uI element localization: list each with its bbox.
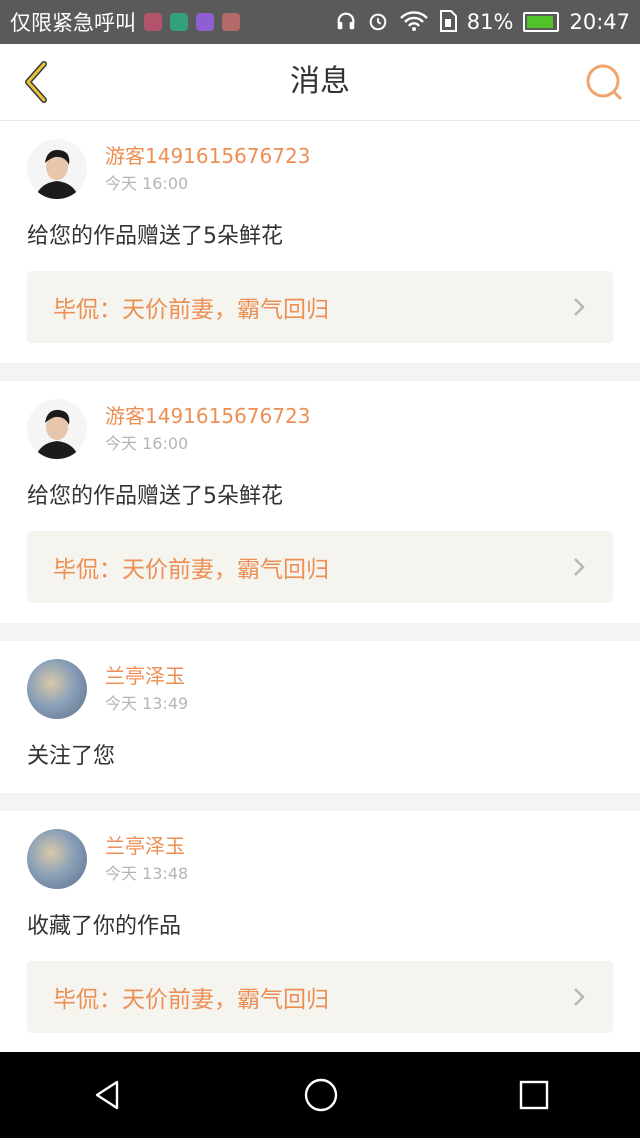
battery-percent: 81%	[466, 10, 514, 34]
nav-recents-button[interactable]	[518, 1079, 550, 1111]
message-text: 关注了您	[27, 744, 116, 769]
message-card: 游客1491615676723 今天 16:00 给您的作品赠送了5朵鲜花 毕侃…	[0, 121, 640, 363]
alarm-icon	[367, 10, 389, 35]
wifi-icon	[399, 10, 429, 35]
nav-home-button[interactable]	[303, 1077, 339, 1113]
notification-app-icon	[170, 13, 188, 31]
notification-app-icon	[222, 13, 240, 31]
work-title: 毕侃：天价前妻，霸气回归	[53, 557, 329, 583]
chevron-right-icon	[574, 988, 585, 1006]
avatar[interactable]	[27, 659, 87, 719]
nav-back-button[interactable]	[90, 1078, 124, 1112]
headphones-icon	[335, 10, 357, 35]
search-icon	[586, 64, 622, 100]
top-bar: 消息	[0, 44, 640, 121]
timestamp: 今天 16:00	[105, 434, 189, 453]
avatar[interactable]	[27, 399, 87, 459]
message-card: 兰亭泽玉 今天 13:49 关注了您	[0, 641, 640, 793]
battery-icon	[523, 12, 560, 32]
clock: 20:47	[569, 10, 630, 34]
avatar[interactable]	[27, 139, 87, 199]
message-text: 收藏了你的作品	[27, 914, 182, 939]
timestamp: 今天 13:48	[105, 864, 189, 883]
page-title: 消息	[290, 64, 350, 99]
message-text: 给您的作品赠送了5朵鲜花	[27, 484, 283, 509]
sim-icon	[439, 9, 457, 35]
username[interactable]: 兰亭泽玉	[105, 662, 188, 690]
carrier-text: 仅限紧急呼叫	[10, 11, 136, 35]
circle-home-icon	[304, 1078, 338, 1112]
work-title: 毕侃：天价前妻，霸气回归	[53, 987, 329, 1013]
notification-app-icon	[144, 13, 162, 31]
timestamp: 今天 13:49	[105, 694, 189, 713]
avatar[interactable]	[27, 829, 87, 889]
square-recents-icon	[520, 1080, 549, 1110]
work-link[interactable]: 毕侃：天价前妻，霸气回归	[27, 271, 613, 343]
message-list: 游客1491615676723 今天 16:00 给您的作品赠送了5朵鲜花 毕侃…	[0, 121, 640, 1053]
search-button[interactable]	[582, 60, 626, 104]
timestamp: 今天 16:00	[105, 174, 189, 193]
work-title: 毕侃：天价前妻，霸气回归	[53, 297, 329, 323]
message-text: 给您的作品赠送了5朵鲜花	[27, 224, 283, 249]
message-card: 游客1491615676723 今天 16:00 给您的作品赠送了5朵鲜花 毕侃…	[0, 381, 640, 623]
username[interactable]: 游客1491615676723	[105, 402, 310, 430]
status-bar: 仅限紧急呼叫 81% 20:47	[0, 0, 640, 44]
chevron-right-icon	[574, 558, 585, 576]
system-nav-bar	[0, 1052, 640, 1138]
username[interactable]: 兰亭泽玉	[105, 832, 188, 860]
notification-app-icon	[196, 13, 214, 31]
triangle-back-icon	[95, 1080, 118, 1110]
username[interactable]: 游客1491615676723	[105, 142, 310, 170]
work-link[interactable]: 毕侃：天价前妻，霸气回归	[27, 961, 613, 1033]
work-link[interactable]: 毕侃：天价前妻，霸气回归	[27, 531, 613, 603]
chevron-right-icon	[574, 298, 585, 316]
message-card: 兰亭泽玉 今天 13:48 收藏了你的作品 毕侃：天价前妻，霸气回归	[0, 811, 640, 1053]
